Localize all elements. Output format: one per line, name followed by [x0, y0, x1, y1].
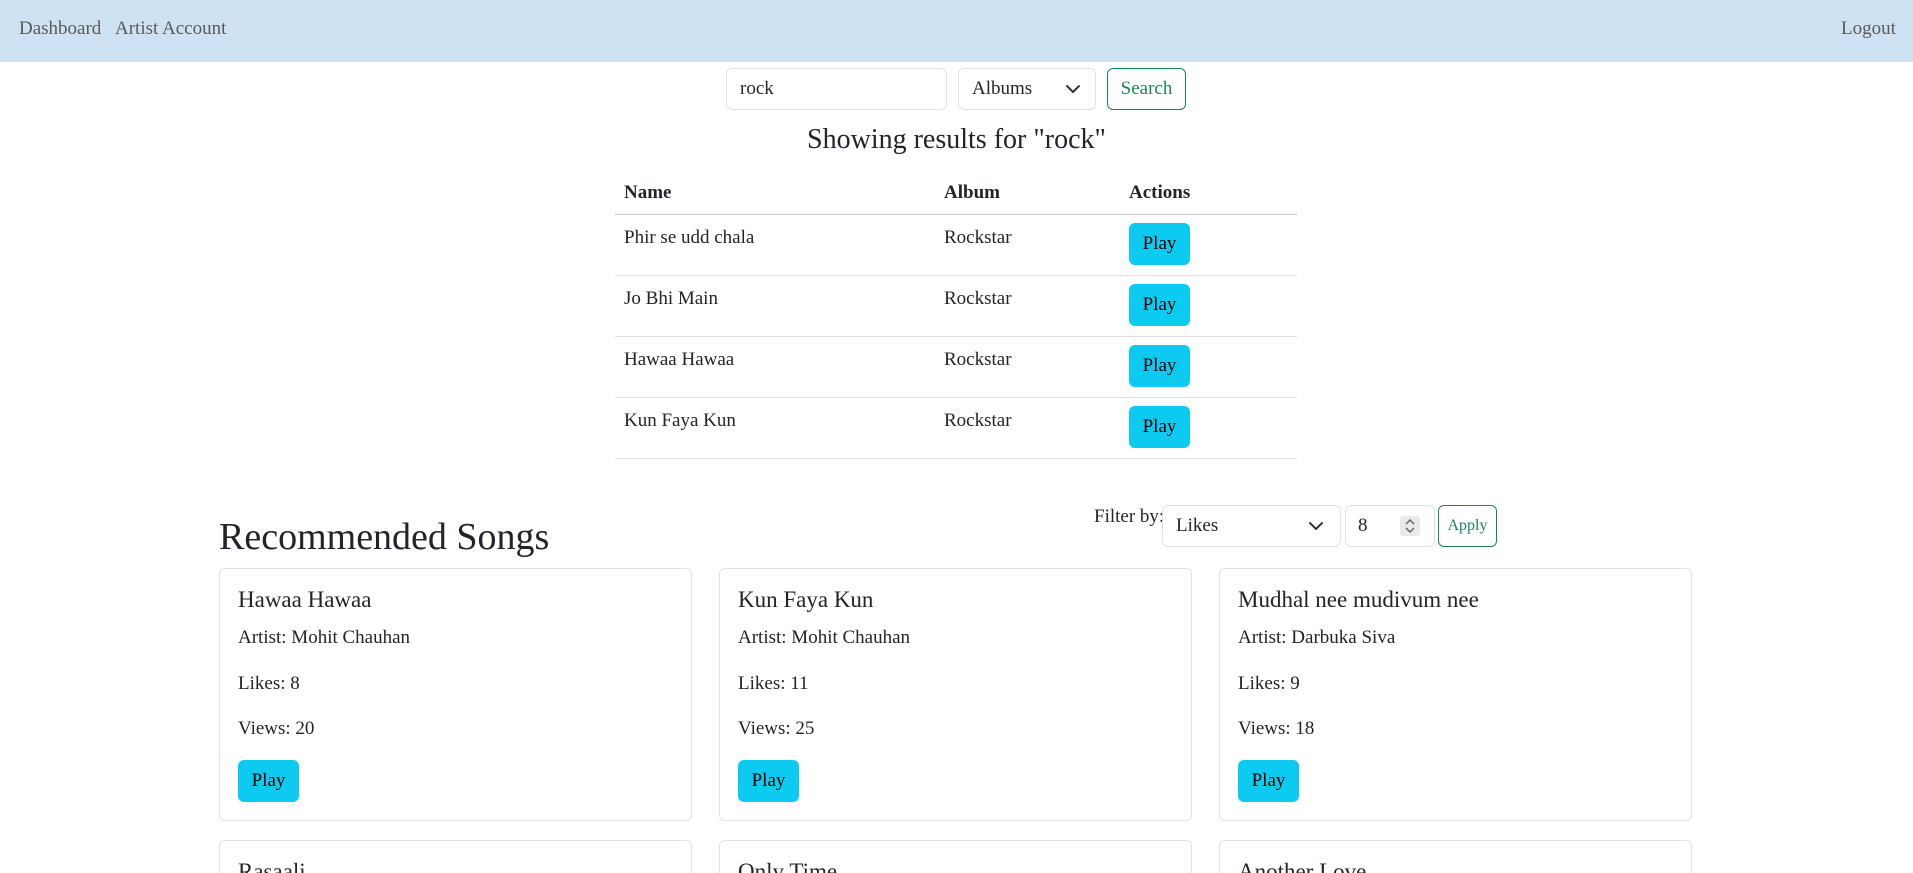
apply-filter-button[interactable]: Apply [1438, 505, 1497, 547]
search-button[interactable]: Search [1107, 68, 1186, 110]
song-card-play-button[interactable]: Play [738, 760, 799, 802]
row-song-name: Kun Faya Kun [624, 410, 736, 431]
song-card-artist: Artist: Mohit Chauhan [238, 627, 411, 648]
song-card-views: Views: 25 [738, 718, 815, 739]
table-row: Jo Bhi Main Rockstar Play [615, 276, 1297, 337]
song-card-likes: Likes: 9 [1238, 673, 1300, 694]
row-play-button[interactable]: Play [1129, 223, 1190, 265]
row-song-name: Hawaa Hawaa [624, 349, 735, 370]
song-card-views: Views: 18 [1238, 718, 1315, 739]
song-card: Kun Faya Kun Artist: Mohit Chauhan Likes… [719, 568, 1192, 821]
number-stepper-icon[interactable] [1400, 516, 1420, 536]
row-album-name: Rockstar [944, 288, 1012, 309]
row-album-name: Rockstar [944, 349, 1012, 370]
song-card-play-button[interactable]: Play [238, 760, 299, 802]
search-category-value: Albums [972, 78, 1033, 99]
filter-value: 8 [1358, 515, 1368, 536]
row-play-button[interactable]: Play [1129, 284, 1190, 326]
song-card-title: Only Time [738, 859, 838, 873]
nav-dashboard-link[interactable]: Dashboard [19, 18, 101, 40]
song-card-title: Hawaa Hawaa [238, 587, 372, 612]
column-header-album: Album [944, 182, 1000, 203]
chevron-down-icon [1066, 85, 1080, 93]
song-card: Another Love [1219, 840, 1692, 873]
song-card: Only Time [719, 840, 1192, 873]
song-card-views: Views: 20 [238, 718, 315, 739]
song-card: Hawaa Hawaa Artist: Mohit Chauhan Likes:… [219, 568, 692, 821]
filter-field-value: Likes [1176, 515, 1219, 536]
column-header-actions: Actions [1129, 182, 1191, 203]
row-album-name: Rockstar [944, 227, 1012, 248]
song-card-play-button[interactable]: Play [1238, 760, 1299, 802]
table-row: Phir se udd chala Rockstar Play [615, 215, 1297, 276]
search-category-select[interactable]: Albums [958, 68, 1096, 110]
song-card-artist: Artist: Darbuka Siva [1238, 627, 1396, 648]
filter-label: Filter by: [1094, 506, 1165, 527]
top-navbar: Dashboard Artist Account Logout [0, 0, 1913, 62]
row-song-name: Jo Bhi Main [624, 288, 718, 309]
song-card-title: Rasaali [238, 859, 306, 873]
recommended-songs-heading: Recommended Songs [219, 516, 550, 558]
song-card: Rasaali [219, 840, 692, 873]
filter-field-select[interactable]: Likes [1162, 505, 1341, 547]
row-play-button[interactable]: Play [1129, 406, 1190, 448]
song-card-title: Another Love [1238, 859, 1367, 873]
song-card-likes: Likes: 11 [738, 673, 809, 694]
row-album-name: Rockstar [944, 410, 1012, 431]
filter-value-input[interactable]: 8 [1345, 505, 1435, 547]
nav-artist-account-link[interactable]: Artist Account [115, 18, 226, 40]
nav-logout-link[interactable]: Logout [1841, 18, 1896, 40]
table-row: Kun Faya Kun Rockstar Play [615, 398, 1297, 459]
results-title: Showing results for "rock" [807, 124, 1106, 155]
song-card-title: Kun Faya Kun [738, 587, 874, 612]
song-card-artist: Artist: Mohit Chauhan [738, 627, 911, 648]
column-header-name: Name [624, 182, 672, 203]
song-card-title: Mudhal nee mudivum nee [1238, 587, 1479, 612]
table-row: Hawaa Hawaa Rockstar Play [615, 337, 1297, 398]
row-play-button[interactable]: Play [1129, 345, 1190, 387]
row-song-name: Phir se udd chala [624, 227, 755, 248]
song-card: Mudhal nee mudivum nee Artist: Darbuka S… [1219, 568, 1692, 821]
song-card-likes: Likes: 8 [238, 673, 300, 694]
search-input[interactable] [726, 68, 947, 110]
chevron-down-icon [1309, 522, 1323, 530]
